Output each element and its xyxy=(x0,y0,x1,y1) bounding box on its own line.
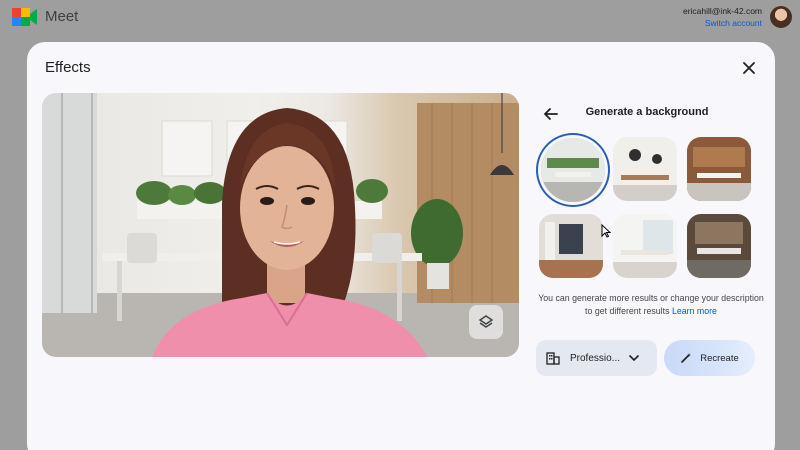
thumbnail-image xyxy=(613,137,677,201)
meet-logo-icon xyxy=(12,8,37,26)
magic-wand-icon xyxy=(681,353,692,363)
effects-dialog: Effects Generate a background You can ge… xyxy=(27,42,775,450)
building-icon xyxy=(546,352,560,365)
thumbnail-image xyxy=(613,214,677,278)
avatar[interactable] xyxy=(770,6,792,28)
recreate-button[interactable]: Recreate xyxy=(664,340,755,376)
background-thumbnail-5[interactable] xyxy=(613,214,677,278)
preview-scene xyxy=(42,93,519,357)
background-thumbnail-1[interactable] xyxy=(541,138,605,202)
recreate-label: Recreate xyxy=(700,352,739,364)
account-email: ericahill@ink-42.com xyxy=(682,6,762,16)
chevron-down-icon xyxy=(629,355,639,362)
thumbnail-image xyxy=(687,214,751,278)
thumbnail-image xyxy=(687,137,751,201)
background-thumbnail-4[interactable] xyxy=(539,214,603,278)
background-thumbnail-3[interactable] xyxy=(687,137,751,201)
top-bar: Meet ericahill@ink-42.com Switch account xyxy=(0,0,800,36)
arrow-back-icon[interactable] xyxy=(541,104,561,124)
video-preview xyxy=(42,93,519,357)
panel-title: Generate a background xyxy=(585,106,709,118)
style-dropdown[interactable]: Professio... xyxy=(536,340,657,376)
thumbnail-image xyxy=(541,138,605,202)
layers-button[interactable] xyxy=(469,305,503,339)
background-thumbnail-2[interactable] xyxy=(613,137,677,201)
helper-text-block: You can generate more results or change … xyxy=(537,292,765,318)
dialog-title: Effects xyxy=(45,59,91,76)
background-thumbnail-6[interactable] xyxy=(687,214,751,278)
layers-icon xyxy=(478,315,494,328)
thumbnail-image xyxy=(539,214,603,278)
close-icon[interactable] xyxy=(739,58,759,78)
style-dropdown-value: Professio... xyxy=(570,352,621,364)
app-name: Meet xyxy=(45,8,79,25)
switch-account-link[interactable]: Switch account xyxy=(705,18,762,28)
learn-more-link[interactable]: Learn more xyxy=(672,306,717,316)
mouse-cursor-icon xyxy=(601,224,611,238)
helper-text: You can generate more results or change … xyxy=(538,293,764,316)
